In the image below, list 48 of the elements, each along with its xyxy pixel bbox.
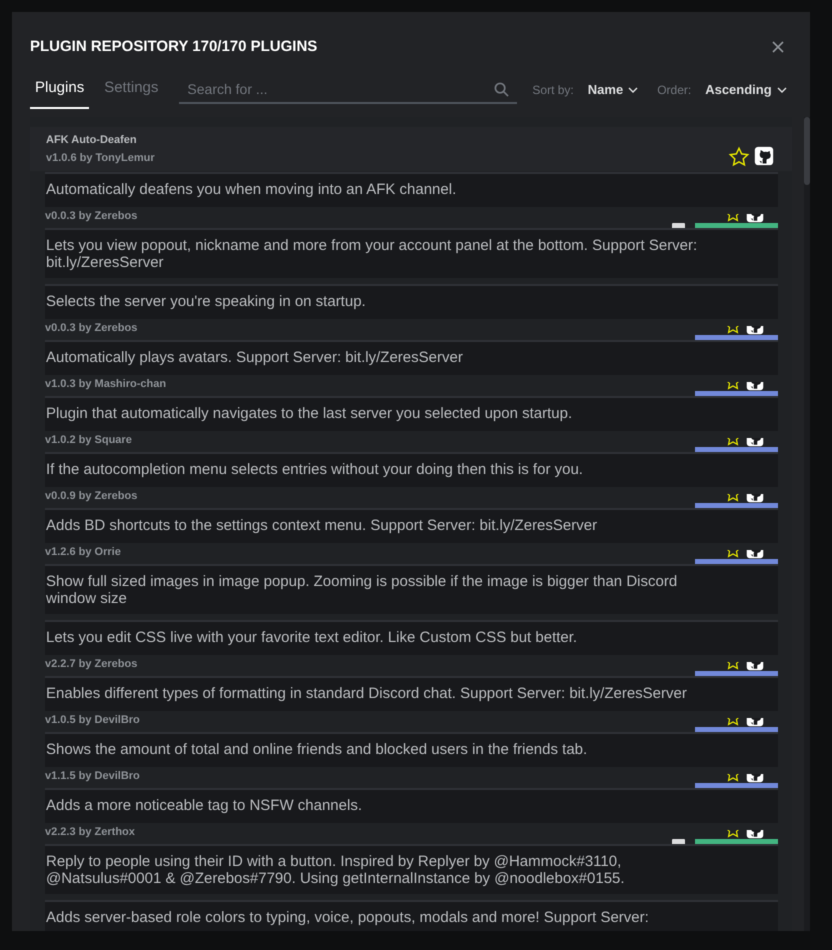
download-button[interactable] (695, 502, 778, 508)
plugin-description: Selects the server you're speaking in on startup. (45, 284, 778, 318)
plugin-description: Adds a more noticeable tag to NSFW channels. (45, 788, 778, 822)
plugin-version: v2.2.3 by Zerthox (45, 824, 135, 838)
order-dropdown[interactable]: Ascending (705, 80, 788, 100)
plugin-description: Show full sized images in image popup. Zooming is possible if the image is bigger than Discord window size (45, 564, 778, 614)
update-button[interactable] (695, 838, 778, 844)
plugin-description: If the autocompletion menu selects entries without your doing then this is for you. (45, 452, 778, 486)
plugin-description: Plugin that automatically navigates to the last server you selected upon startup. (45, 396, 778, 430)
download-button[interactable] (695, 446, 778, 452)
download-button[interactable] (695, 726, 778, 732)
plugin-version: v2.2.7 by Zerebos (45, 656, 138, 670)
sort-label: Sort by: (532, 82, 574, 98)
plugin-description: Enables different types of formatting in standard Discord chat. Support Server: bit.ly/ZeresServer (45, 676, 778, 710)
plugin-description: Adds BD shortcuts to the settings context menu. Support Server: bit.ly/ZeresServer (45, 508, 778, 542)
close-icon[interactable] (772, 41, 784, 54)
tab[interactable]: Plugins (30, 70, 90, 108)
plugin-description: Adds server-based role colors to typing, voice, popouts, modals and more! Support Server: (45, 900, 778, 931)
plugin-description: Automatically deafens you when moving into an AFK channel. (45, 172, 778, 206)
update-button[interactable] (695, 222, 778, 228)
plugin-version: v0.0.9 by Zerebos (45, 488, 138, 502)
github-icon[interactable] (754, 146, 774, 166)
order-label: Order: (657, 82, 692, 98)
download-button[interactable] (695, 390, 778, 396)
sort-dropdown[interactable]: Name (588, 80, 640, 100)
search-icon (494, 82, 510, 96)
plugin-description: Reply to people using their ID with a button. Inspired by Replyer by @Hammock#3110, @Natsulus#0001 & @Zerebos#7790. Using getInternalInstance by @noodlebox#0155. (45, 844, 778, 894)
plugin-version: v0.0.3 by Zerebos (45, 208, 138, 222)
plugin-version: v1.1.5 by DevilBro (45, 768, 140, 782)
plugin-description: Lets you edit CSS live with your favorite text editor. Like Custom CSS but better. (45, 620, 778, 654)
modal-title: PLUGIN REPOSITORY 170/170 PLUGINS (30, 37, 318, 57)
plugin-description: Shows the amount of total and online friends and blocked users in the friends tab. (45, 732, 778, 766)
star-icon[interactable] (728, 146, 750, 168)
download-button[interactable] (695, 670, 778, 676)
download-button[interactable] (695, 558, 778, 564)
plugin-version: v1.0.3 by Mashiro-chan (45, 376, 166, 390)
plugin-version: v1.0.5 by DevilBro (45, 712, 140, 726)
scrollbar-thumb[interactable] (804, 116, 810, 184)
plugin-version: v0.0.3 by Zerebos (45, 320, 138, 334)
plugin-name: AFK Auto-Deafen (46, 132, 138, 148)
plugin-description: Automatically plays avatars. Support Server: bit.ly/ZeresServer (45, 340, 778, 374)
search-field[interactable]: Search for ... (179, 76, 518, 104)
plugin-version: v1.0.6 by TonyLemur (46, 150, 155, 166)
plugin-version: v1.0.2 by Square (45, 432, 132, 446)
download-button[interactable] (695, 334, 778, 340)
plugin-description: Lets you view popout, nickname and more from your account panel at the bottom. Support Server: bit.ly/ZeresServer (45, 228, 778, 278)
download-button[interactable] (695, 782, 778, 788)
plugin-version: v1.2.6 by Orrie (45, 544, 121, 558)
